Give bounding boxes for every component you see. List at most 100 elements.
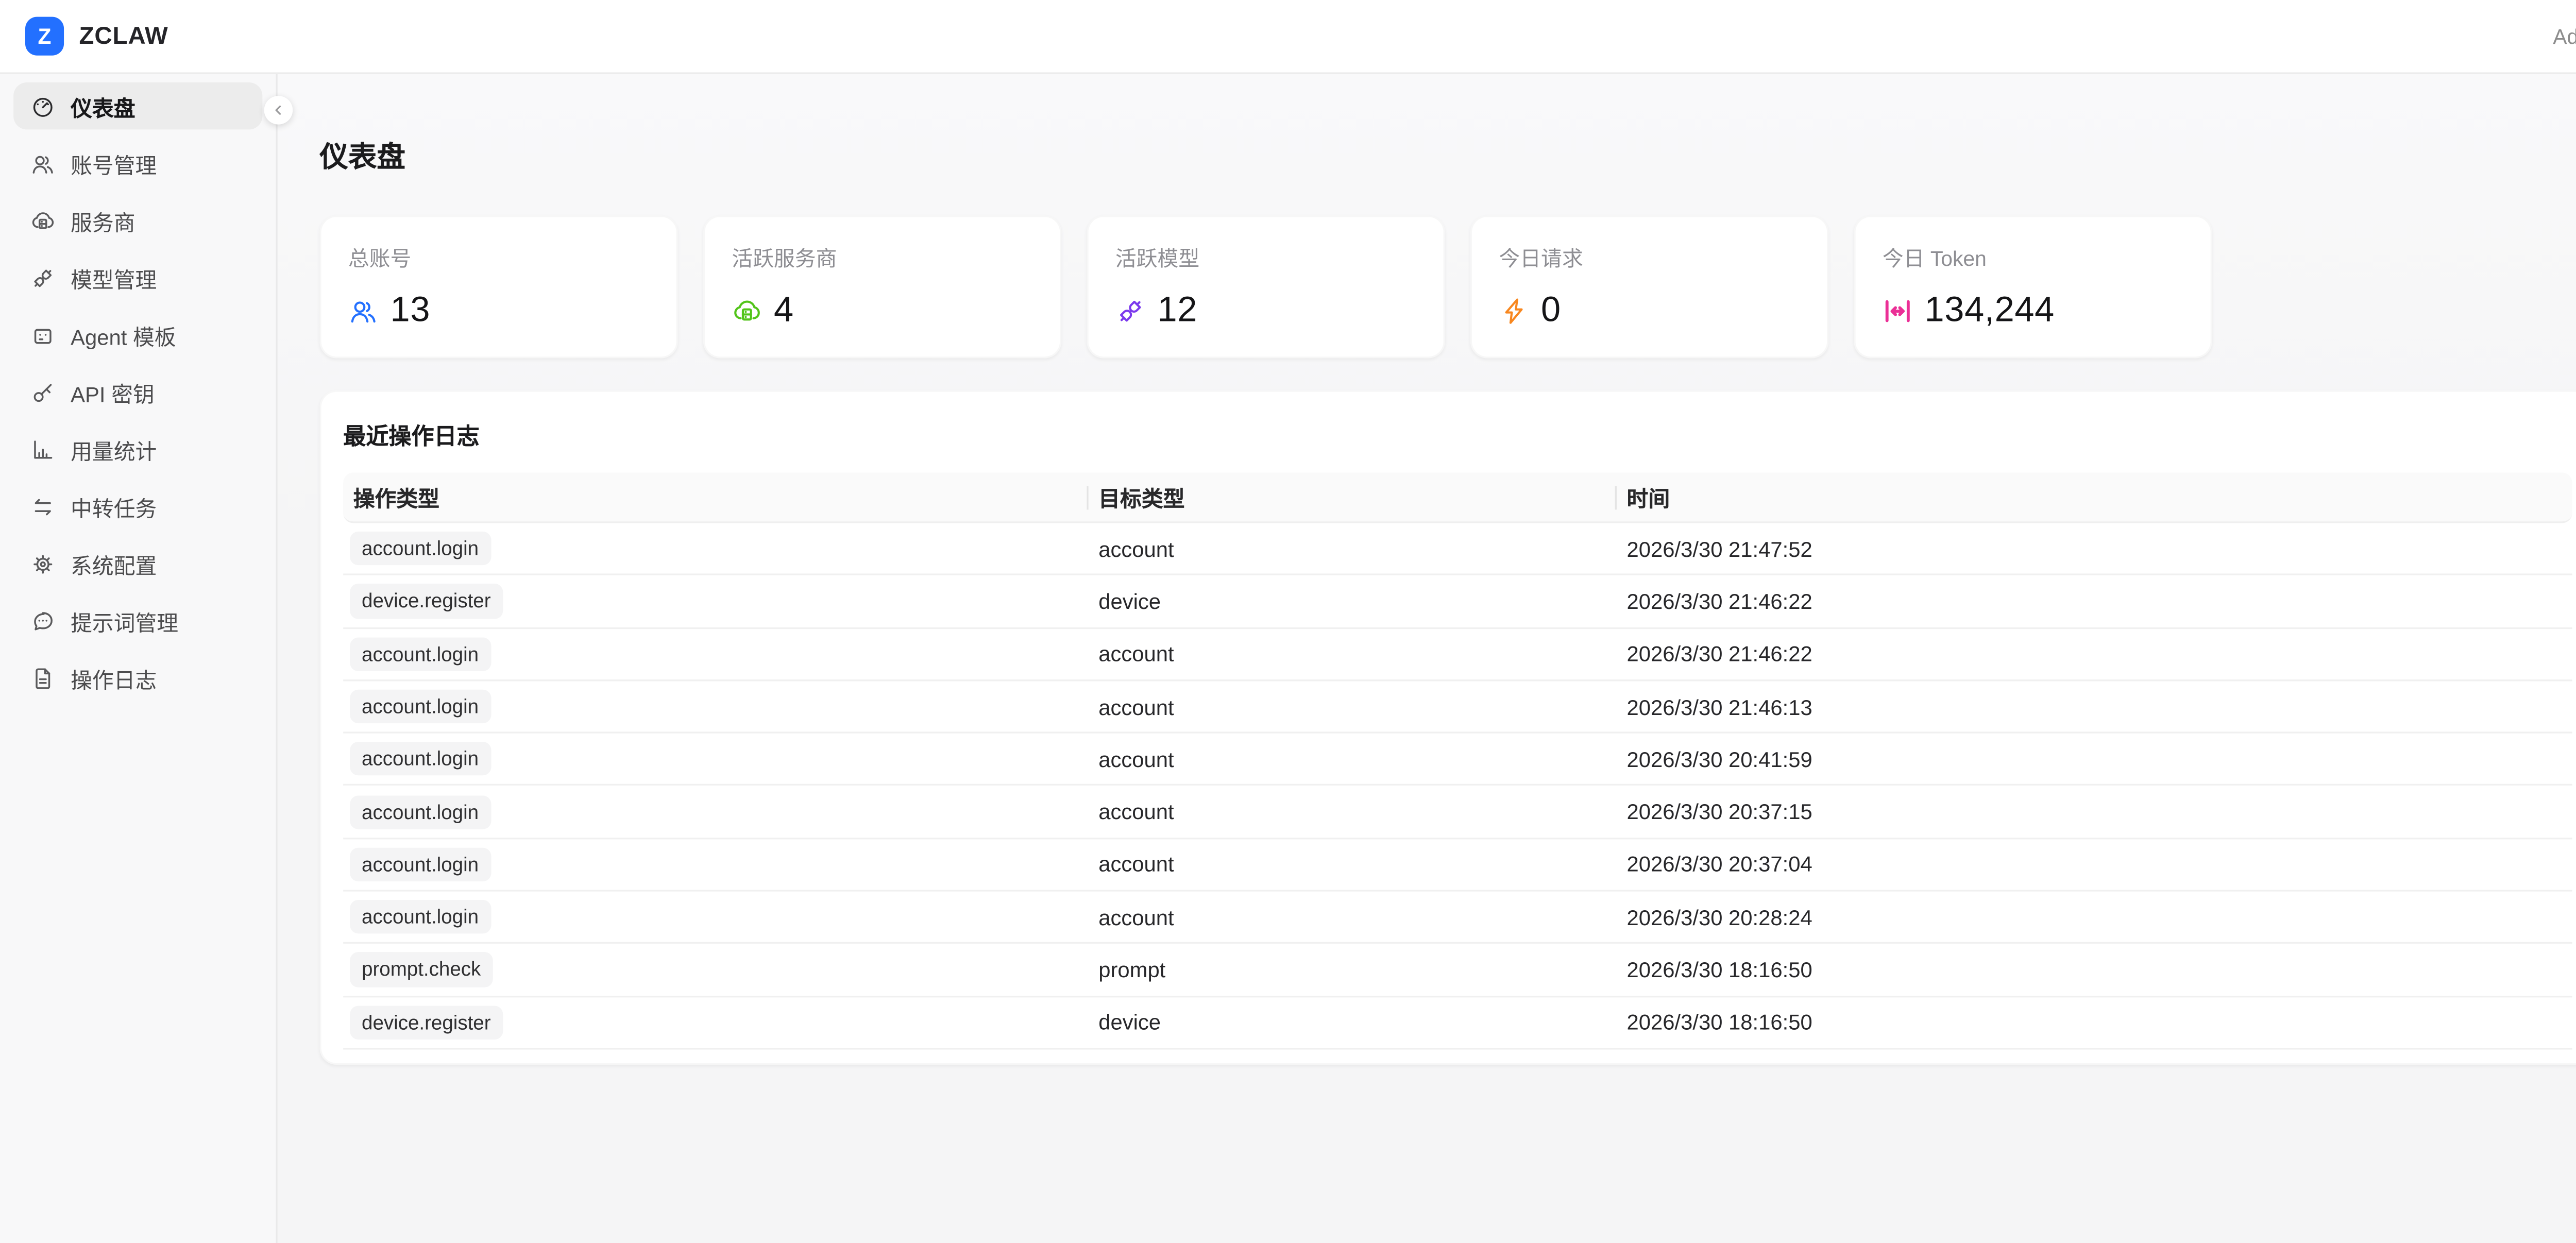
stat-number: 12 [1158,291,1198,331]
sidebar-item-operation-logs[interactable]: 操作日志 [13,654,262,701]
swap-arrows-icon [30,493,56,519]
stat-number: 4 [774,291,794,331]
sidebar-item-label: 系统配置 [71,548,157,580]
stat-label: 活跃模型 [1115,241,1416,273]
user-menu[interactable]: Admin [2553,24,2576,48]
table-row: device.register device 2026/3/30 18:16:5… [343,997,2572,1049]
robot-icon [30,322,56,347]
target-type-cell: device [1089,1010,1617,1035]
action-type-badge: account.login [350,532,490,566]
stat-card-today-tokens: 今日 Token 134,244 [1854,215,2212,359]
sidebar-item-dashboard[interactable]: 仪表盘 [13,82,262,129]
stat-label: 今日 Token [1883,241,2183,273]
sidebar-item-label: 账号管理 [71,147,157,179]
logs-table-header: 操作类型 目标类型 时间 [343,473,2572,523]
action-type-badge: account.login [350,637,490,671]
cloud-server-icon [30,208,56,233]
app-logo-icon: Z [25,17,64,56]
table-row: account.login account 2026/3/30 21:46:13 [343,681,2572,734]
target-type-cell: account [1089,694,1617,719]
chevron-left-icon [271,103,286,117]
cloud-server-icon [732,296,762,327]
stat-number: 0 [1541,291,1561,331]
stat-value: 0 [1499,291,1800,331]
token-width-icon [1883,296,1913,327]
stats-row: 总账号 13 活跃服务商 4 活跃模型 12 今日请求 0 今日 Token 1… [319,215,2576,359]
sidebar-item-models[interactable]: 模型管理 [13,254,262,301]
column-header-time: 时间 [1617,473,2572,522]
stat-number: 13 [391,291,431,331]
sidebar-item-relay-tasks[interactable]: 中转任务 [13,483,262,530]
sidebar-item-prompt-management[interactable]: 提示词管理 [13,597,262,644]
message-icon [30,608,56,633]
time-cell: 2026/3/30 21:46:22 [1617,589,2572,614]
app-body: 仪表盘 账号管理 服务商 模型管理 Agent 模板 API 密钥 用量统计 中… [0,74,2576,1243]
stat-value: 12 [1115,291,1416,331]
column-header-target-type: 目标类型 [1089,473,1617,522]
stat-value: 13 [348,291,649,331]
sidebar-item-label: 中转任务 [71,490,157,522]
sidebar-item-label: 仪表盘 [71,90,135,122]
stat-label: 活跃服务商 [732,241,1032,273]
action-type-badge: prompt.check [350,953,493,987]
time-cell: 2026/3/30 20:37:15 [1617,799,2572,824]
target-type-cell: account [1089,746,1617,772]
sidebar-item-system-config[interactable]: 系统配置 [13,540,262,587]
file-icon [30,665,56,690]
table-row: account.login account 2026/3/30 20:37:04 [343,839,2572,892]
time-cell: 2026/3/30 21:46:13 [1617,694,2572,719]
recent-logs-card: 最近操作日志 操作类型 目标类型 时间 account.login accoun… [319,390,2576,1065]
sidebar: 仪表盘 账号管理 服务商 模型管理 Agent 模板 API 密钥 用量统计 中… [0,74,278,1243]
stat-label: 总账号 [348,241,649,273]
action-type-badge: account.login [350,795,490,829]
table-row: device.register device 2026/3/30 21:46:2… [343,576,2572,628]
time-cell: 2026/3/30 18:16:50 [1617,957,2572,982]
target-type-cell: account [1089,905,1617,930]
sidebar-nav: 仪表盘 账号管理 服务商 模型管理 Agent 模板 API 密钥 用量统计 中… [13,82,262,702]
target-type-cell: account [1089,799,1617,824]
target-type-cell: account [1089,536,1617,561]
time-cell: 2026/3/30 18:16:50 [1617,1010,2572,1035]
table-row: account.login account 2026/3/30 20:41:59 [343,734,2572,786]
sidebar-item-usage-stats[interactable]: 用量统计 [13,425,262,472]
table-row: account.login account 2026/3/30 20:37:15 [343,786,2572,839]
target-type-cell: account [1089,641,1617,667]
main-content: 仪表盘 总账号 13 活跃服务商 4 活跃模型 12 今日请求 0 今日 Tok… [278,74,2576,1243]
table-row: account.login account 2026/3/30 20:28:24 [343,892,2572,944]
stat-value: 134,244 [1883,291,2183,331]
sidebar-item-label: API 密钥 [71,376,155,408]
table-row: account.login account 2026/3/30 21:46:22 [343,628,2572,681]
target-type-cell: prompt [1089,957,1617,982]
action-type-badge: account.login [350,847,490,881]
stat-value: 4 [732,291,1032,331]
sidebar-item-api-keys[interactable]: API 密钥 [13,368,262,415]
action-type-badge: account.login [350,900,490,934]
sidebar-item-agent-templates[interactable]: Agent 模板 [13,311,262,358]
action-type-badge: account.login [350,690,490,724]
sidebar-item-accounts[interactable]: 账号管理 [13,140,262,186]
recent-logs-title: 最近操作日志 [343,417,2572,451]
stat-card-active-models: 活跃模型 12 [1087,215,1445,359]
logs-table: 操作类型 目标类型 时间 account.login account 2026/… [343,473,2572,1050]
time-cell: 2026/3/30 20:28:24 [1617,905,2572,930]
sidebar-item-providers[interactable]: 服务商 [13,197,262,244]
lightning-icon [1499,296,1529,327]
brand-name: ZCLAW [79,23,168,49]
stat-card-active-providers: 活跃服务商 4 [703,215,1062,359]
time-cell: 2026/3/30 20:37:04 [1617,852,2572,877]
sidebar-item-label: 提示词管理 [71,605,178,637]
logs-table-body: account.login account 2026/3/30 21:47:52… [343,523,2572,1050]
time-cell: 2026/3/30 21:47:52 [1617,536,2572,561]
logo-letter: Z [38,25,52,47]
sidebar-collapse-button[interactable] [264,96,293,125]
bar-chart-icon [30,436,56,462]
stat-card-total-accounts: 总账号 13 [319,215,678,359]
table-row: prompt.check prompt 2026/3/30 18:16:50 [343,944,2572,997]
sidebar-item-label: 服务商 [71,205,135,236]
action-type-badge: account.login [350,742,490,776]
target-type-cell: account [1089,852,1617,877]
sidebar-item-label: 用量统计 [71,433,157,465]
users-icon [348,296,379,327]
stat-card-today-requests: 今日请求 0 [1470,215,1829,359]
app-header: Z ZCLAW Admin [0,0,2576,74]
